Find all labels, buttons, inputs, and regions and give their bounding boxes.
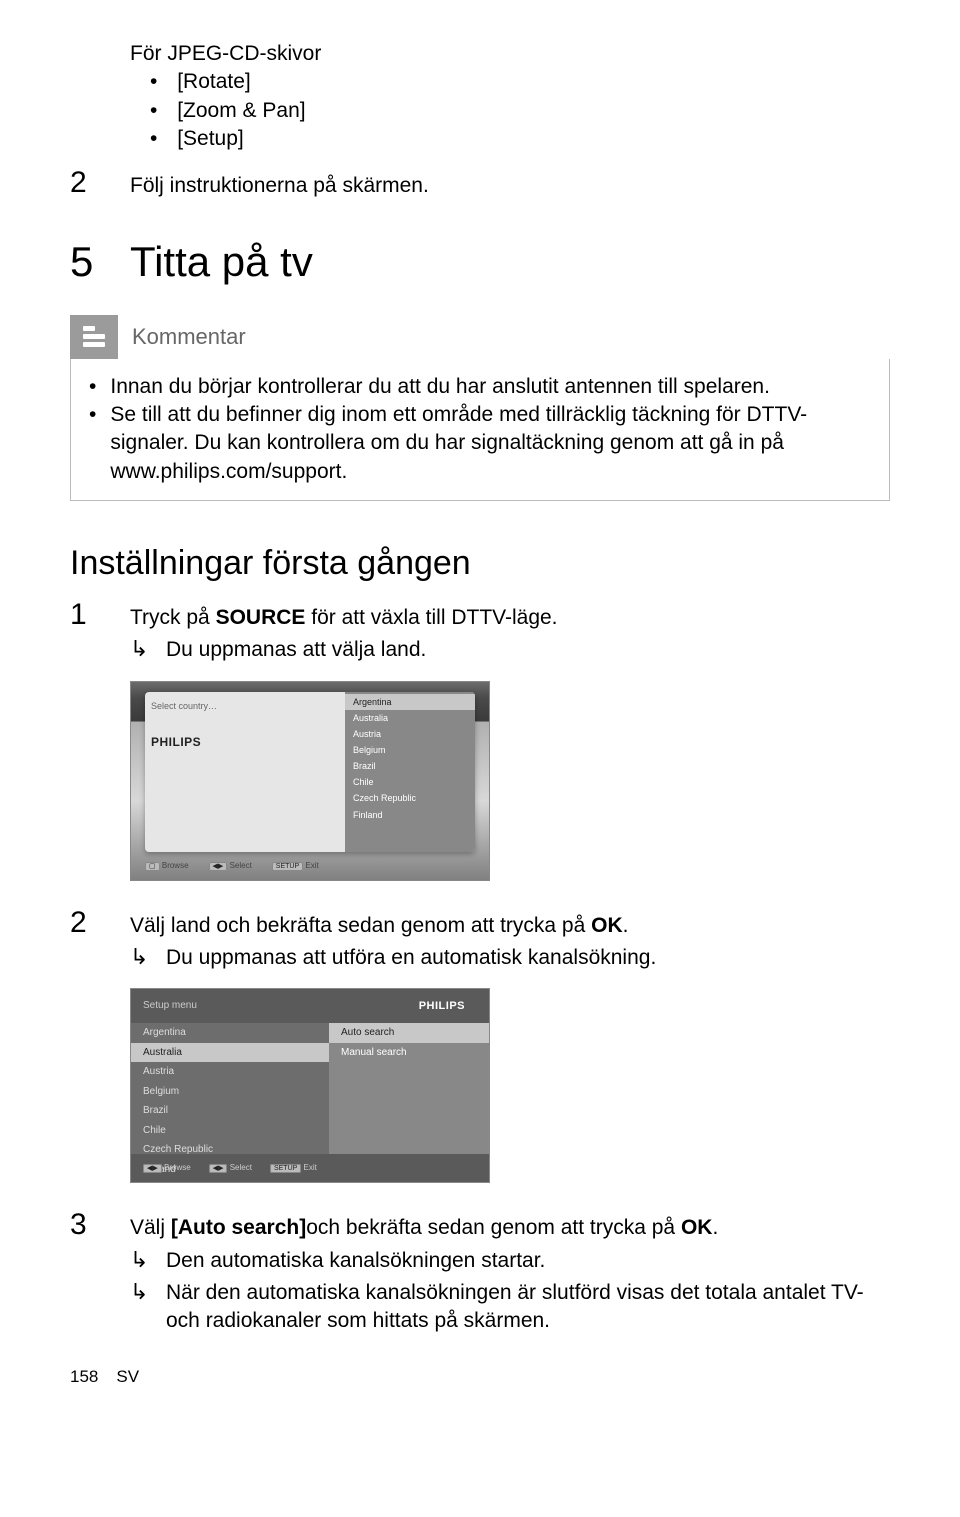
shot2-key: ◀▶ — [143, 1164, 162, 1173]
step3-post: . — [712, 1216, 718, 1239]
shot2-footer: ◀▶ Browse ◀▶ Select SETUP Exit — [143, 1163, 477, 1174]
step3-ok-bold: OK — [681, 1216, 713, 1239]
step-follow-instructions: 2 Följ instruktionerna på skärmen. — [70, 163, 890, 204]
section-title-first-time: Inställningar första gången — [70, 541, 890, 587]
page-footer: 158 SV — [70, 1366, 890, 1389]
shot1-footer: ▢ Browse ◀▶ Select SETUP Exit — [145, 861, 475, 872]
shot1-label: Select country… — [151, 700, 339, 712]
jpeg-item-setup: [Setup] — [150, 125, 890, 153]
shot1-exit: Exit — [305, 861, 318, 870]
chapter-heading: 5 Titta på tv — [70, 234, 890, 291]
shot1-logo: PHILIPS — [151, 734, 339, 750]
step1-sub: Du uppmanas att välja land. — [166, 636, 426, 664]
result-arrow-icon: ↳ — [130, 1277, 166, 1307]
note-label: Kommentar — [118, 315, 890, 359]
shot1-key: ▢ — [145, 862, 160, 871]
page-number: 158 — [70, 1366, 98, 1389]
shot1-select: Select — [230, 861, 252, 870]
shot1-option: Australia — [345, 710, 475, 726]
shot1-option: Czech Republic — [345, 790, 475, 806]
shot1-option: Argentina — [345, 694, 475, 710]
step-number: 1 — [70, 595, 130, 636]
note-header: Kommentar — [70, 315, 890, 359]
step2-post: . — [623, 914, 629, 937]
shot2-left-option: Belgium — [131, 1082, 329, 1102]
shot1-option: Belgium — [345, 742, 475, 758]
step-text: Följ instruktionerna på skärmen. — [130, 172, 429, 200]
shot2-exit: Exit — [304, 1163, 317, 1172]
note-body: Innan du börjar kontrollerar du att du h… — [70, 359, 890, 501]
step-3: 3 Välj [Auto search]och bekräfta sedan g… — [70, 1205, 890, 1335]
screenshot-select-country: Select country… PHILIPS Argentina Austra… — [130, 681, 490, 881]
shot2-logo: PHILIPS — [419, 999, 465, 1014]
note-item-2: Se till att du befinner dig inom ett omr… — [110, 401, 871, 486]
screenshot-setup-menu: Setup menu PHILIPS Argentina Australia A… — [130, 988, 490, 1183]
shot1-option: Brazil — [345, 758, 475, 774]
step1-source-bold: SOURCE — [216, 606, 306, 629]
step-1: 1 Tryck på SOURCE för att växla till DTT… — [70, 595, 890, 665]
step-number: 2 — [70, 903, 130, 944]
shot2-title: Setup menu — [143, 999, 197, 1013]
shot2-left-option: Brazil — [131, 1101, 329, 1121]
shot2-left-option: Czech Republic — [131, 1140, 329, 1160]
jpeg-section: För JPEG-CD-skivor [Rotate] [Zoom & Pan]… — [130, 40, 890, 153]
step2-sub: Du uppmanas att utföra en automatisk kan… — [166, 944, 656, 972]
jpeg-item-zoom: [Zoom & Pan] — [150, 97, 890, 125]
jpeg-item-rotate: [Rotate] — [150, 68, 890, 96]
shot2-search-list: Auto search Manual search — [329, 1023, 489, 1154]
shot1-key: ◀▶ — [209, 862, 228, 871]
step3-autosearch-bold: [Auto search] — [171, 1216, 306, 1239]
chapter-number: 5 — [70, 234, 130, 291]
note-box: Kommentar Innan du börjar kontrollerar d… — [70, 315, 890, 501]
shot1-option: Chile — [345, 774, 475, 790]
shot2-country-list: Argentina Australia Austria Belgium Braz… — [131, 1023, 329, 1154]
step3-pre: Välj — [130, 1216, 171, 1239]
shot2-left-option: Chile — [131, 1121, 329, 1141]
result-arrow-icon: ↳ — [130, 1245, 166, 1275]
shot2-left-option: Argentina — [131, 1023, 329, 1043]
step-2: 2 Välj land och bekräfta sedan genom att… — [70, 903, 890, 973]
shot1-browse: Browse — [162, 861, 189, 870]
step3-sub1: Den automatiska kanalsökningen startar. — [166, 1247, 545, 1275]
step2-ok-bold: OK — [591, 914, 623, 937]
jpeg-list: [Rotate] [Zoom & Pan] [Setup] — [150, 68, 890, 153]
shot1-option: Austria — [345, 726, 475, 742]
step-number: 3 — [70, 1205, 130, 1246]
note-item-1: Innan du börjar kontrollerar du att du h… — [110, 373, 770, 401]
shot2-select: Select — [230, 1163, 252, 1172]
result-arrow-icon: ↳ — [130, 634, 166, 664]
step1-text-post: för att växla till DTTV-läge. — [305, 606, 557, 629]
shot1-option: Finland — [345, 807, 475, 823]
shot2-key: ◀▶ — [209, 1164, 228, 1173]
chapter-title: Titta på tv — [130, 234, 313, 291]
shot2-left-option: Australia — [131, 1043, 329, 1063]
shot2-key: SETUP — [270, 1164, 301, 1173]
language-code: SV — [116, 1366, 139, 1389]
jpeg-heading: För JPEG-CD-skivor — [130, 40, 890, 68]
step3-sub2: När den automatiska kanalsökningen är sl… — [166, 1279, 890, 1336]
step3-mid: och bekräfta sedan genom att trycka på — [306, 1216, 681, 1239]
step-number: 2 — [70, 163, 130, 204]
shot1-key: SETUP — [272, 862, 303, 871]
shot2-right-option: Auto search — [329, 1023, 489, 1043]
step2-pre: Välj land och bekräfta sedan genom att t… — [130, 914, 591, 937]
result-arrow-icon: ↳ — [130, 942, 166, 972]
shot2-browse: Browse — [164, 1163, 191, 1172]
step1-text-pre: Tryck på — [130, 606, 216, 629]
note-icon — [70, 326, 118, 347]
shot2-left-option: Austria — [131, 1062, 329, 1082]
shot1-country-list: Argentina Australia Austria Belgium Braz… — [345, 692, 475, 852]
shot2-right-option: Manual search — [329, 1043, 489, 1063]
